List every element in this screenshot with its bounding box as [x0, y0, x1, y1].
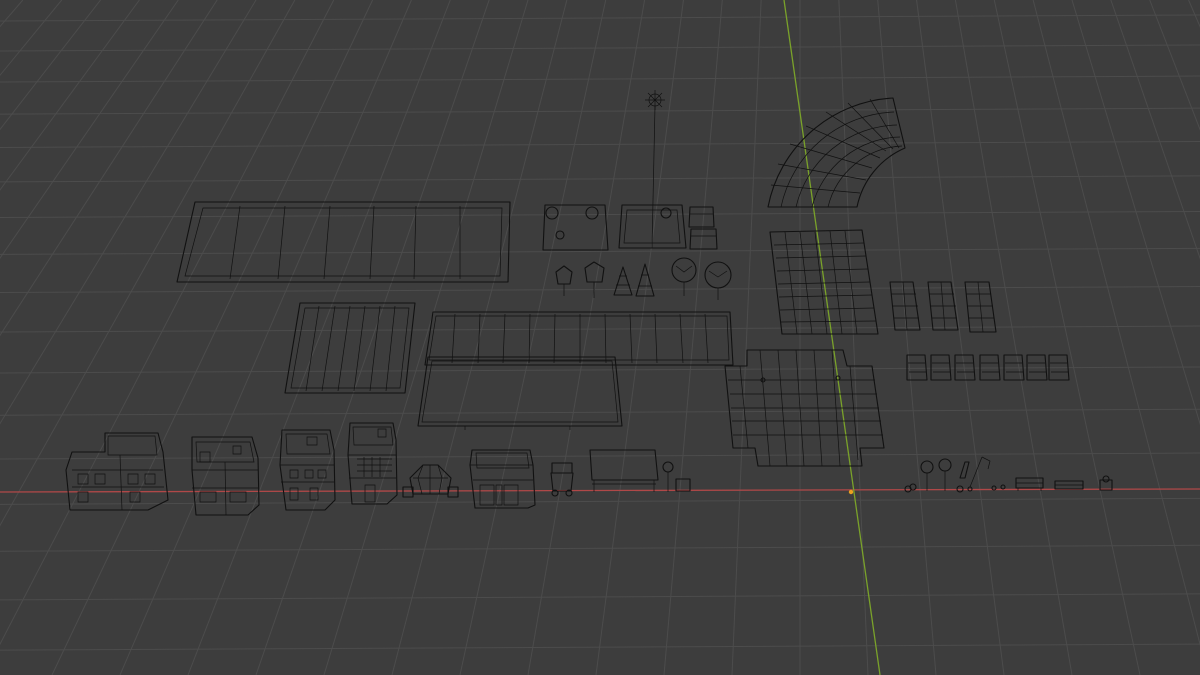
- grid-line: [0, 286, 1200, 294]
- grid-line: [0, 107, 1200, 115]
- grid-line: [0, 44, 1200, 52]
- curved-road[interactable]: [767, 97, 906, 208]
- street-props[interactable]: [904, 456, 1113, 493]
- world-origin: [848, 489, 854, 495]
- grid-line: [0, 0, 257, 425]
- grid-line: [255, 0, 490, 675]
- grid-line: [0, 211, 1200, 219]
- grid-line: [838, 0, 869, 675]
- buildings[interactable]: [65, 422, 398, 516]
- road-intersection[interactable]: [724, 349, 885, 467]
- floor-grid: [0, 0, 1200, 675]
- x-axis-line: [0, 488, 1200, 493]
- grid-line: [1071, 0, 1200, 426]
- grid-line: [1032, 0, 1200, 647]
- grid-line: [323, 0, 529, 675]
- grid-line: [1110, 0, 1200, 260]
- grid-line: [954, 0, 1073, 675]
- roof-panel-short[interactable]: [284, 302, 416, 394]
- grid-line: [527, 0, 646, 675]
- grid-line: [0, 593, 1200, 601]
- grid-line: [993, 0, 1141, 675]
- grid-line: [0, 0, 24, 28]
- grid-line: [51, 0, 374, 675]
- grid-line: [119, 0, 412, 675]
- grid-line: [0, 0, 335, 646]
- grid-line: [916, 0, 1005, 675]
- grid-line: [459, 0, 607, 675]
- grid-line: [877, 0, 937, 675]
- grid-line: [0, 247, 1200, 255]
- grid-line: [1188, 0, 1200, 28]
- grid-line: [595, 0, 684, 675]
- grid-line: [0, 0, 101, 131]
- grid-line: [0, 0, 296, 527]
- grid-line: [0, 0, 140, 191]
- grid-line: [0, 408, 1200, 416]
- grid-line: [0, 14, 1200, 22]
- trees[interactable]: [555, 257, 732, 300]
- grid-line: [0, 544, 1200, 552]
- grid-line: [1149, 0, 1200, 131]
- grid-line: [731, 0, 762, 675]
- flat-slab[interactable]: [417, 356, 623, 430]
- y-axis-line: [783, 0, 881, 675]
- 3d-viewport[interactable]: [0, 0, 1200, 675]
- grid-line: [0, 140, 1200, 148]
- grid-line: [0, 452, 1200, 460]
- roof-panel-long[interactable]: [176, 201, 511, 283]
- grid-line: [0, 175, 1200, 183]
- grid-line: [0, 497, 1200, 505]
- wireframe-scene[interactable]: [0, 0, 1200, 675]
- grid-line: [0, 325, 1200, 333]
- grid-line: [663, 0, 723, 675]
- gazebo[interactable]: [402, 464, 459, 498]
- grid-line: [0, 75, 1200, 83]
- grid-line: [391, 0, 568, 675]
